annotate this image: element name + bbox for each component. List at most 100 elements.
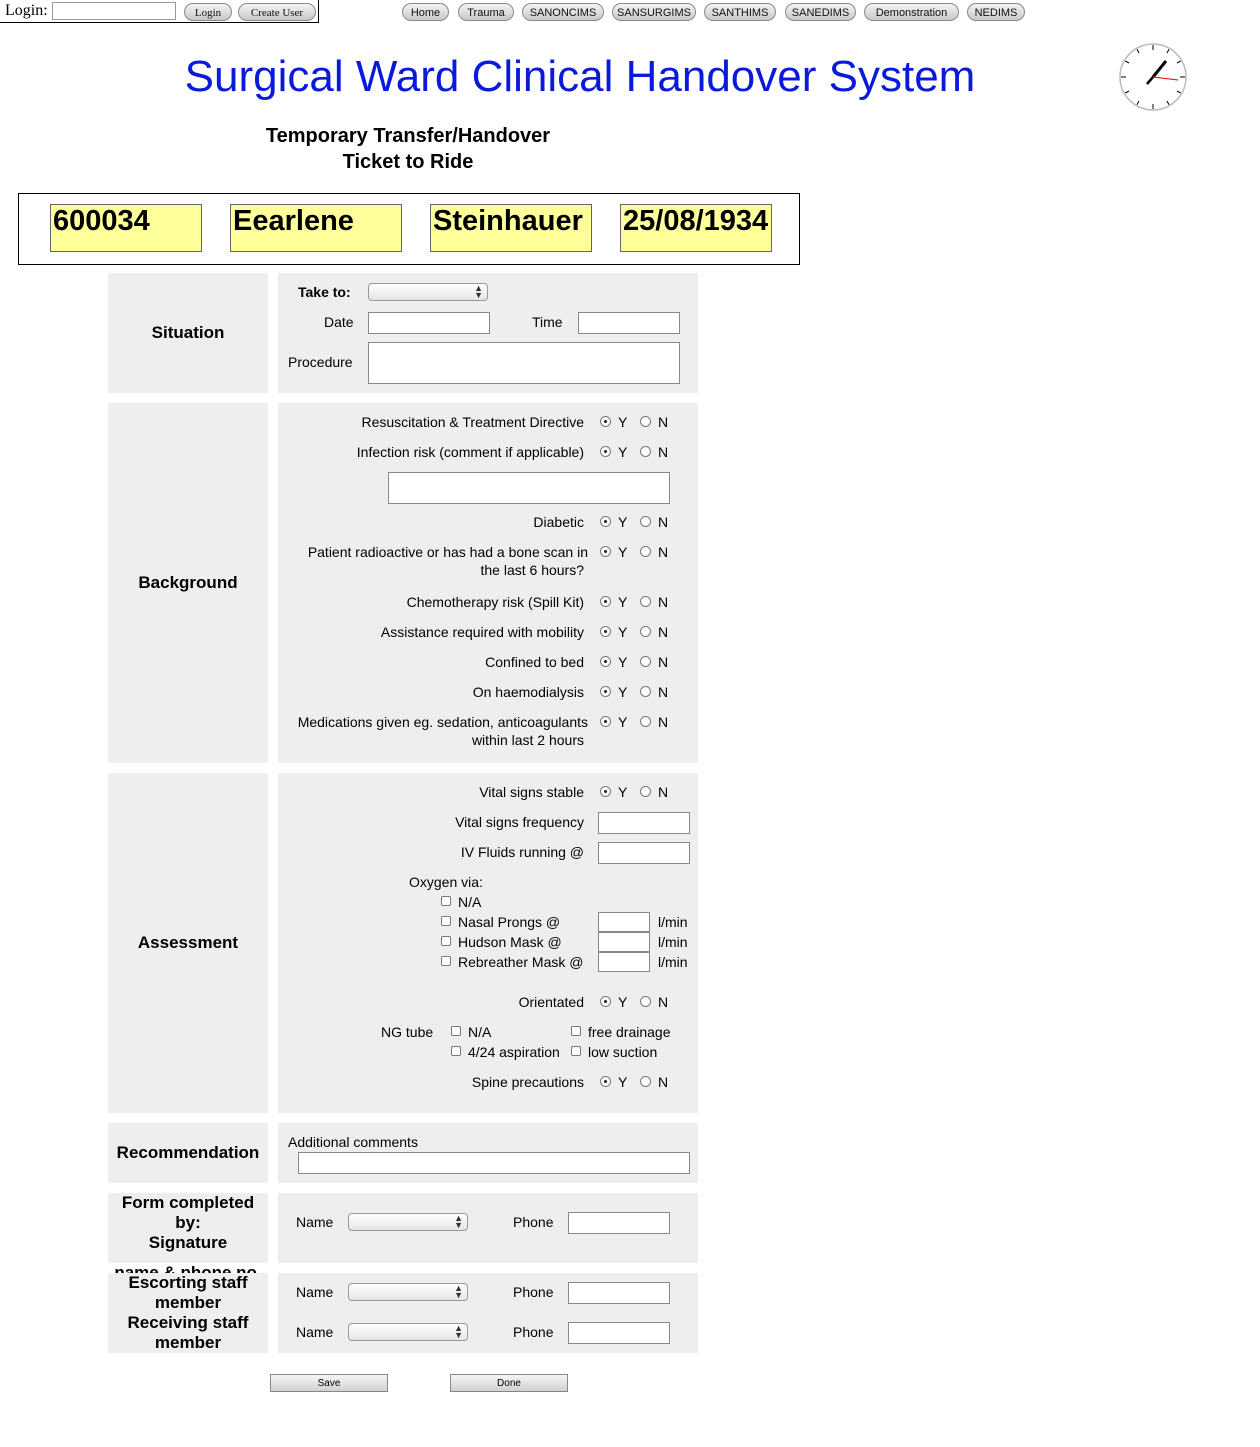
q-infection-yes-radio[interactable] [600,446,611,457]
q-radioactive-yes-radio[interactable] [600,546,611,557]
nav-sanedims[interactable]: SANEDIMS [785,3,856,21]
oxy-rebreather-rate-input[interactable] [598,952,650,972]
escort-name-select[interactable]: ▲ ▼ [348,1283,468,1301]
q-radioactive-no-radio[interactable] [640,546,651,557]
ng-tube-label: NG tube [381,1024,434,1040]
q-mobility-no-radio[interactable] [640,626,651,637]
oxy-nasal-checkbox[interactable] [441,916,451,926]
iv-fluids-label: IV Fluids running @ [460,844,584,860]
nav-nedims[interactable]: NEDIMS [967,3,1025,21]
background-heading: Background [108,403,268,763]
ng-na-checkbox[interactable] [451,1026,461,1036]
take-to-select[interactable]: ▲ ▼ [368,283,488,301]
completed-phone-input[interactable] [568,1212,670,1234]
time-input[interactable] [578,312,680,334]
receive-phone-input[interactable] [568,1322,670,1344]
oxy-nasal-unit: l/min [658,914,688,930]
date-input[interactable] [368,312,490,334]
nav-sanoncims[interactable]: SANONCIMS [522,3,604,21]
staff-section: Name ▲ ▼ Phone Name ▲ ▼ Phone [278,1273,698,1353]
vital-freq-label: Vital signs frequency [455,814,584,830]
ng-aspiration-checkbox[interactable] [451,1046,461,1056]
save-button[interactable]: Save [270,1374,388,1392]
no-label: N [658,994,669,1010]
oxy-na-checkbox[interactable] [441,896,451,906]
completed-section: Name ▲ ▼ Phone [278,1193,698,1263]
orientated-no-radio[interactable] [640,996,651,1007]
oxy-hudson-label: Hudson Mask @ [458,934,562,950]
q-chemo-yes-radio[interactable] [600,596,611,607]
completed-heading: Form completed by: Signature name & phon… [108,1193,268,1282]
vital-freq-input[interactable] [598,812,690,834]
vital-stable-label: Vital signs stable [479,784,584,800]
recommendation-heading-text: Recommendation [116,1143,260,1162]
q-meds-no-radio[interactable] [640,716,651,727]
situation-heading-text: Situation [151,323,225,342]
oxy-rebreather-label: Rebreather Mask @ [458,954,584,970]
no-label: N [658,624,669,640]
clock-icon [1119,43,1187,111]
receive-phone-label: Phone [513,1324,554,1340]
infection-comment-input[interactable] [388,472,670,504]
no-label: N [658,594,669,610]
q-meds-yes-radio[interactable] [600,716,611,727]
q-bed-yes-radio[interactable] [600,656,611,667]
q-diabetic-no-radio[interactable] [640,516,651,527]
yes-label: Y [618,714,628,730]
no-label: N [658,654,669,670]
oxy-hudson-checkbox[interactable] [441,936,451,946]
spine-no-radio[interactable] [640,1076,651,1087]
yes-label: Y [618,414,628,430]
nav-sansurgims[interactable]: SANSURGIMS [612,3,696,21]
login-button[interactable]: Login [184,3,232,21]
nav-demonstration[interactable]: Demonstration [864,3,959,21]
oxy-nasal-label: Nasal Prongs @ [458,914,561,930]
q-diabetic-yes-radio[interactable] [600,516,611,527]
q-mobility-yes-radio[interactable] [600,626,611,637]
q-resus-label: Resuscitation & Treatment Directive [361,414,584,430]
date-label: Date [324,314,354,330]
q-infection-no-radio[interactable] [640,446,651,457]
oxy-rebreather-checkbox[interactable] [441,956,451,966]
oxy-nasal-rate-input[interactable] [598,912,650,932]
nav-trauma[interactable]: Trauma [458,3,514,21]
oxy-hudson-rate-input[interactable] [598,932,650,952]
staff-heading: Escorting staff member Receiving staff m… [108,1273,268,1353]
completed-name-select[interactable]: ▲ ▼ [348,1213,468,1231]
comments-input[interactable] [298,1152,690,1174]
comments-label: Additional comments [288,1134,418,1150]
receive-name-select[interactable]: ▲ ▼ [348,1323,468,1341]
ng-low-checkbox[interactable] [571,1046,581,1056]
q-chemo-label: Chemotherapy risk (Spill Kit) [406,594,584,610]
select-arrows-icon: ▲ ▼ [474,283,483,300]
q-chemo-no-radio[interactable] [640,596,651,607]
nav-home[interactable]: Home [402,3,449,21]
q-bed-no-radio[interactable] [640,656,651,667]
no-label: N [658,544,669,560]
procedure-input[interactable] [368,342,680,384]
escort-heading-line1: Escorting staff [128,1273,248,1292]
q-resus-no-radio[interactable] [640,416,651,427]
oxy-hudson-unit: l/min [658,934,688,950]
no-label: N [658,414,669,430]
q-resus-yes-radio[interactable] [600,416,611,427]
q-dialysis-no-radio[interactable] [640,686,651,697]
q-radioactive-label-2: the last 6 hours? [480,562,584,578]
ng-free-checkbox[interactable] [571,1026,581,1036]
spine-yes-radio[interactable] [600,1076,611,1087]
username-input[interactable] [52,2,176,20]
escort-phone-input[interactable] [568,1282,670,1304]
iv-fluids-input[interactable] [598,842,690,864]
escort-heading-line2: member [154,1293,222,1312]
done-button[interactable]: Done [450,1374,568,1392]
create-user-button[interactable]: Create User [238,3,316,21]
patient-id: 600034 [50,204,202,252]
orientated-yes-radio[interactable] [600,996,611,1007]
vital-stable-no-radio[interactable] [640,786,651,797]
vital-stable-yes-radio[interactable] [600,786,611,797]
q-dialysis-label: On haemodialysis [472,684,584,700]
nav-santhims[interactable]: SANTHIMS [704,3,776,21]
q-dialysis-yes-radio[interactable] [600,686,611,697]
q-radioactive-label-1: Patient radioactive or has had a bone sc… [307,544,588,560]
yes-label: Y [618,594,628,610]
